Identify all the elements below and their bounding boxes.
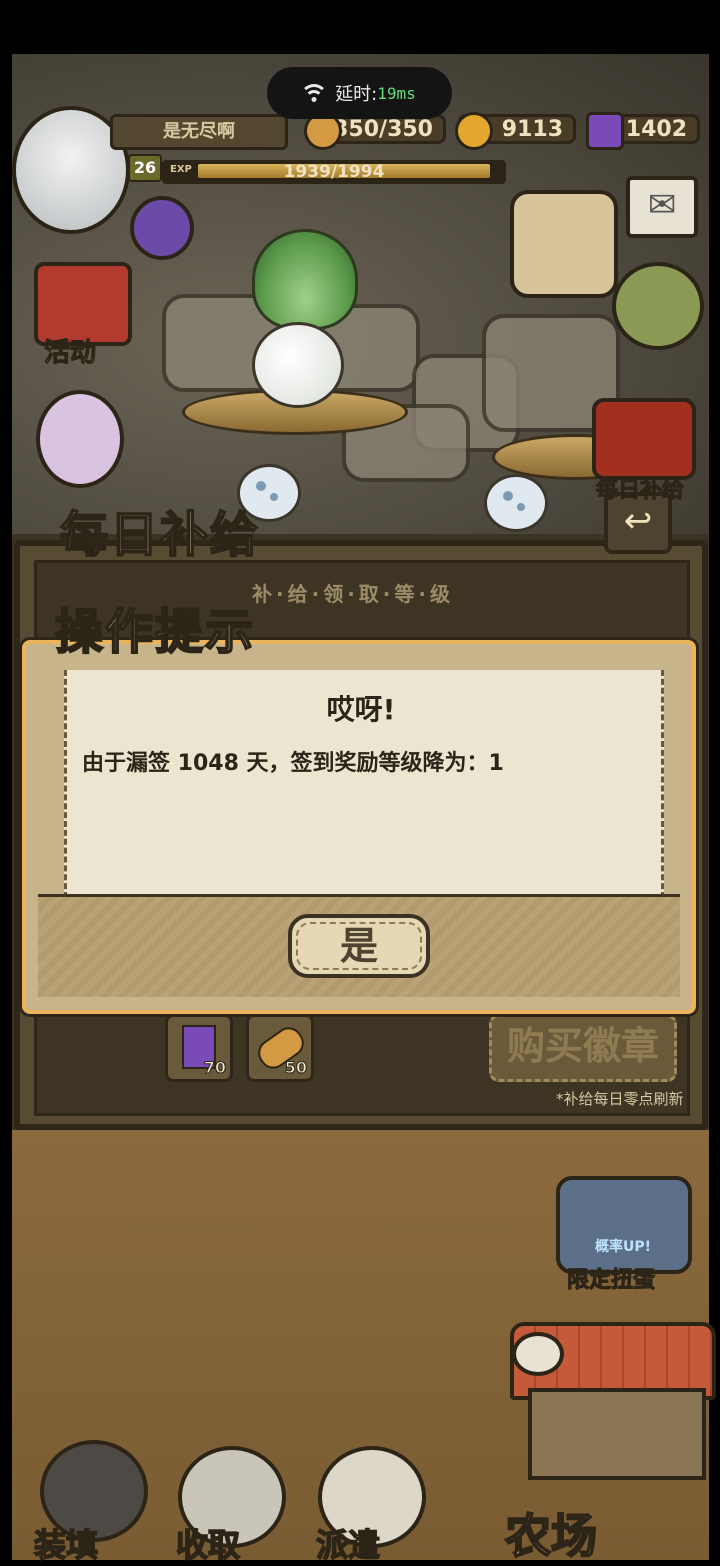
farm-tab[interactable]: 农场 bbox=[504, 1500, 598, 1566]
limited-gacha-label[interactable]: 限定扭蛋 bbox=[566, 1262, 655, 1294]
limited-gacha-icon[interactable] bbox=[556, 1176, 692, 1274]
quest-scroll-icon[interactable] bbox=[510, 190, 618, 298]
exp-bar: EXP 1939/1994 bbox=[162, 160, 506, 184]
stamina-value: 350/350 bbox=[333, 116, 433, 142]
treasure-chest-icon[interactable] bbox=[592, 398, 696, 480]
exp-text: 1939/1994 bbox=[283, 162, 385, 182]
mail-icon[interactable]: ✉ bbox=[626, 176, 698, 238]
gem-value: 1402 bbox=[625, 116, 687, 142]
chat-bubble-icon[interactable] bbox=[512, 1332, 564, 1376]
confirm-yes-label: 是 bbox=[339, 924, 378, 968]
reward-count: 50 bbox=[284, 1058, 307, 1078]
dialog-title: 操作提示 bbox=[54, 603, 256, 661]
dialog-heading: 哎呀! bbox=[326, 693, 396, 726]
turnip-icon[interactable] bbox=[252, 322, 344, 408]
gold-value: 9113 bbox=[501, 116, 563, 142]
turnip-leaves-icon bbox=[252, 229, 358, 330]
add-gem-icon[interactable] bbox=[130, 196, 194, 260]
reward-slot-gem[interactable]: 70 bbox=[165, 1014, 233, 1082]
equip-button[interactable]: 装填 bbox=[33, 1520, 99, 1566]
reward-slot-bread[interactable]: 50 bbox=[246, 1014, 314, 1082]
gem-icon bbox=[586, 112, 624, 150]
latency-label: 延时: bbox=[335, 84, 378, 105]
latency-indicator: 延时: 19ms bbox=[267, 67, 452, 119]
collect-button[interactable]: 收取 bbox=[175, 1520, 241, 1566]
player-name: 是无尽啊 bbox=[110, 114, 288, 150]
daily-supply-subtitle: 补·给·领·取·等·级 bbox=[252, 582, 454, 606]
daily-supply-title: 每日补给 bbox=[59, 506, 261, 564]
gacha-rate-up-badge: 概率UP! bbox=[595, 1239, 652, 1255]
egg-icon bbox=[484, 474, 548, 532]
bunny-egg-icon[interactable] bbox=[36, 390, 124, 488]
wifi-icon bbox=[300, 84, 329, 102]
player-level-badge: 26 bbox=[128, 154, 162, 182]
backpack-icon[interactable] bbox=[612, 262, 704, 350]
reward-count: 70 bbox=[203, 1058, 226, 1078]
refresh-note: *补给每日零点刷新 bbox=[556, 1090, 684, 1108]
dialog-message: 由于漏签 1048 天，签到奖励等级降为：1 bbox=[82, 751, 504, 776]
daily-supply-shortcut-label[interactable]: 每日补给 bbox=[595, 472, 684, 504]
gold-coin-icon bbox=[455, 112, 493, 150]
activity-label[interactable]: 活动 bbox=[43, 332, 96, 369]
dispatch-button[interactable]: 派遣 bbox=[315, 1520, 381, 1566]
latency-value: 19ms bbox=[377, 83, 416, 103]
buy-badge-button[interactable]: 购买徽章 bbox=[489, 1014, 677, 1082]
confirm-yes-button[interactable]: 是 bbox=[288, 914, 430, 978]
